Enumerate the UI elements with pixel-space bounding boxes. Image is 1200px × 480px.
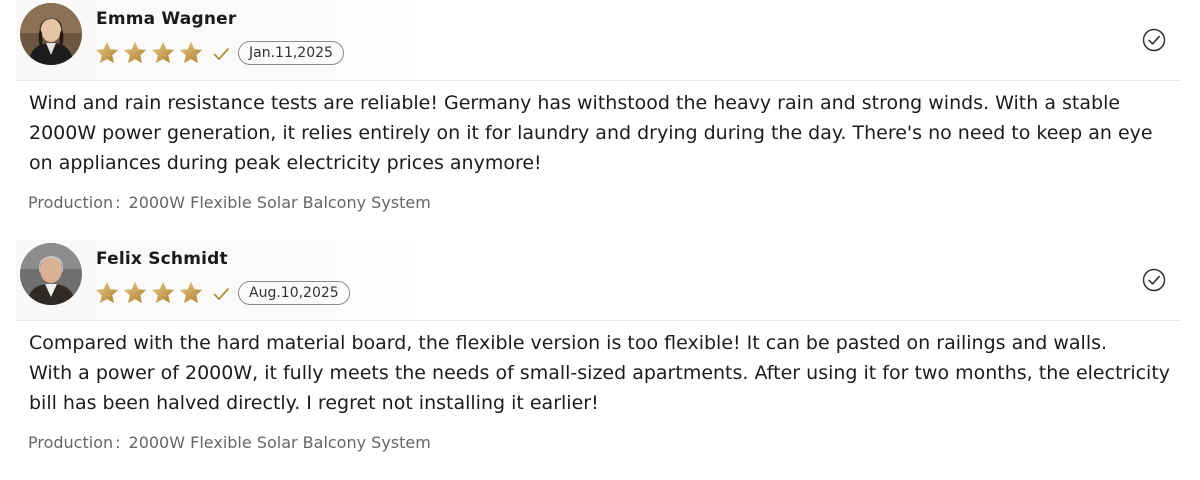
date-badge: Aug.10,2025 (238, 281, 350, 305)
verified-check-icon (212, 45, 230, 63)
product-line: Production:2000W Flexible Solar Balcony … (28, 433, 431, 452)
product-name: 2000W Flexible Solar Balcony System (128, 433, 431, 452)
star-icon (150, 40, 176, 66)
avatar (20, 3, 82, 65)
star-icon (178, 40, 204, 66)
product-separator: : (115, 433, 121, 452)
circle-check-icon[interactable] (1142, 268, 1166, 292)
star-icon (150, 280, 176, 306)
star-icon (122, 280, 148, 306)
review-card: Emma Wagner Jan.11,2025 Wind and rain re… (0, 0, 1200, 240)
circle-check-icon[interactable] (1142, 28, 1166, 52)
product-line: Production:2000W Flexible Solar Balcony … (28, 193, 431, 212)
review-text: Wind and rain resistance tests are relia… (29, 92, 1153, 174)
product-label: Production (28, 193, 114, 212)
star-rating (94, 280, 230, 306)
date-badge: Jan.11,2025 (238, 41, 344, 65)
product-label: Production (28, 433, 114, 452)
star-rating (94, 40, 230, 66)
star-icon (122, 40, 148, 66)
product-separator: : (115, 193, 121, 212)
verified-check-icon (212, 285, 230, 303)
avatar (20, 243, 82, 305)
star-icon (178, 280, 204, 306)
reviewer-name: Emma Wagner (96, 9, 237, 29)
review-text: Compared with the hard material board, t… (29, 332, 1171, 414)
review-header: Felix Schmidt Aug.10,2025 (16, 240, 1180, 321)
review-header: Emma Wagner Jan.11,2025 (16, 0, 1180, 81)
star-icon (94, 280, 120, 306)
product-name: 2000W Flexible Solar Balcony System (128, 193, 431, 212)
reviewer-name: Felix Schmidt (96, 249, 228, 269)
review-card: Felix Schmidt Aug.10,2025 Compared with … (0, 240, 1200, 480)
star-icon (94, 40, 120, 66)
